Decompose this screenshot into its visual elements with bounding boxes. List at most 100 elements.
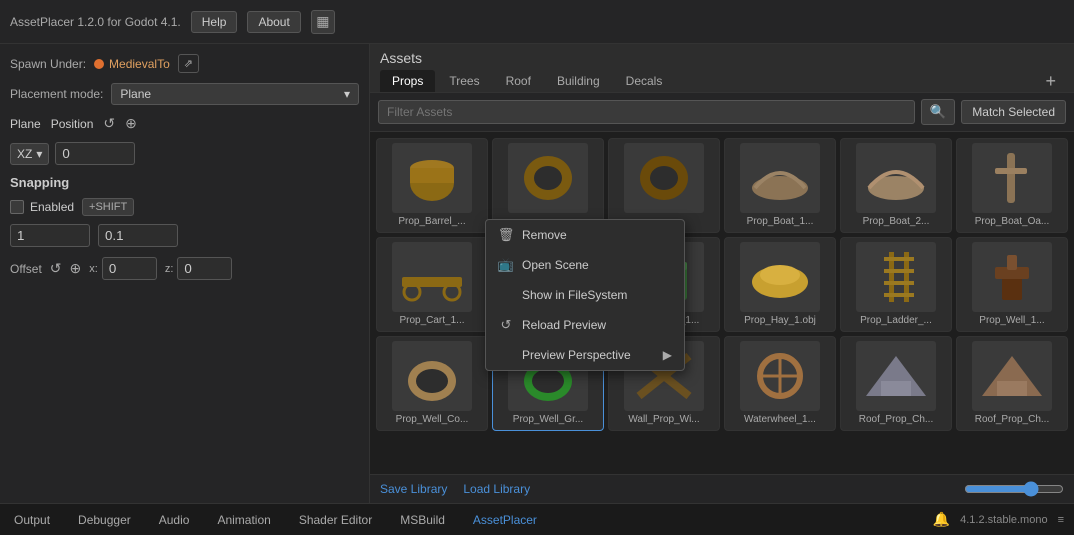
asset-name: Prop_Well_1... bbox=[979, 315, 1044, 327]
snapping-title: Snapping bbox=[10, 175, 359, 190]
snap-value2-input[interactable] bbox=[98, 224, 178, 247]
spawn-link-button[interactable]: ⇗ bbox=[178, 54, 199, 73]
tab-roof[interactable]: Roof bbox=[494, 70, 543, 92]
xz-row: XZ ▾ bbox=[10, 142, 359, 165]
filter-bar: 🔍 Match Selected bbox=[370, 93, 1074, 132]
asset-thumb bbox=[740, 242, 820, 312]
bell-icon: 🔔 bbox=[933, 511, 950, 528]
asset-name: Prop_Barrel_... bbox=[398, 216, 465, 228]
list-item[interactable]: Prop_Boat_2... bbox=[840, 138, 952, 233]
asset-thumb bbox=[972, 242, 1052, 312]
tab-building[interactable]: Building bbox=[545, 70, 612, 92]
plane-label: Plane bbox=[10, 117, 41, 131]
calendar-icon[interactable]: ▦ bbox=[311, 10, 335, 34]
list-item[interactable]: Roof_Prop_Ch... bbox=[956, 336, 1068, 431]
tab-bar: Props Trees Roof Building Decals + bbox=[380, 70, 1064, 92]
xz-value: XZ bbox=[17, 147, 32, 161]
assets-title: Assets bbox=[380, 50, 1064, 66]
asset-name: Prop_Ladder_... bbox=[860, 315, 932, 327]
chevron-down-icon: ▾ bbox=[344, 87, 350, 101]
footer-tab-msbuild[interactable]: MSBuild bbox=[396, 511, 449, 529]
x-input[interactable] bbox=[102, 257, 157, 280]
filesystem-icon bbox=[498, 287, 514, 303]
main-layout: Spawn Under: MedievalTo ⇗ Placement mode… bbox=[0, 44, 1074, 503]
list-item[interactable]: Prop_Cart_1... bbox=[376, 237, 488, 332]
context-remove[interactable]: 🗑 Remove bbox=[486, 220, 684, 250]
plane-position-row: Plane Position ↺ ⊕ bbox=[10, 115, 359, 132]
enabled-checkbox[interactable] bbox=[10, 200, 24, 214]
tab-decals[interactable]: Decals bbox=[614, 70, 675, 92]
xz-chevron-icon: ▾ bbox=[36, 147, 42, 161]
asset-thumb bbox=[972, 341, 1052, 411]
context-menu: 🗑 Remove 📺 Open Scene Show in FileSystem… bbox=[485, 219, 685, 371]
list-item[interactable]: Prop_Hay_1.obj bbox=[724, 237, 836, 332]
footer-tab-output[interactable]: Output bbox=[10, 511, 54, 529]
filter-assets-input[interactable] bbox=[378, 100, 915, 124]
asset-grid: Prop_Barrel_... Prop_Boat_1... bbox=[370, 132, 1074, 474]
position-label: Position bbox=[51, 117, 94, 131]
save-library-button[interactable]: Save Library bbox=[380, 482, 447, 496]
asset-name: Prop_Cart_1... bbox=[399, 315, 464, 327]
enabled-checkbox-label[interactable]: Enabled bbox=[10, 200, 74, 214]
placement-mode-dropdown[interactable]: Plane ▾ bbox=[111, 83, 359, 105]
load-library-button[interactable]: Load Library bbox=[463, 482, 530, 496]
offset-reset-icon[interactable]: ↺ bbox=[50, 260, 62, 277]
about-button[interactable]: About bbox=[247, 11, 300, 33]
asset-name: Prop_Boat_Oa... bbox=[975, 216, 1050, 228]
asset-name: Roof_Prop_Ch... bbox=[859, 414, 934, 426]
spawn-under-text: MedievalTo bbox=[109, 57, 170, 71]
asset-thumb bbox=[392, 242, 472, 312]
search-button[interactable]: 🔍 bbox=[921, 99, 956, 125]
asset-thumb bbox=[856, 143, 936, 213]
spawn-under-row: Spawn Under: MedievalTo ⇗ bbox=[10, 54, 359, 73]
footer-tab-debugger[interactable]: Debugger bbox=[74, 511, 135, 529]
asset-thumb bbox=[856, 341, 936, 411]
match-selected-button[interactable]: Match Selected bbox=[961, 100, 1066, 124]
footer-tab-shader-editor[interactable]: Shader Editor bbox=[295, 511, 376, 529]
snap-value1-input[interactable] bbox=[10, 224, 90, 247]
help-button[interactable]: Help bbox=[191, 11, 238, 33]
z-label: z: bbox=[165, 263, 174, 275]
position-input[interactable] bbox=[55, 142, 135, 165]
placement-mode-value: Plane bbox=[120, 87, 151, 101]
x-label: x: bbox=[89, 263, 98, 275]
zoom-slider[interactable] bbox=[964, 481, 1064, 497]
context-preview-perspective[interactable]: Preview Perspective ▶ bbox=[486, 340, 684, 370]
context-reload-preview[interactable]: ↺ Reload Preview bbox=[486, 310, 684, 340]
asset-thumb bbox=[856, 242, 936, 312]
tab-trees[interactable]: Trees bbox=[437, 70, 491, 92]
list-item[interactable]: Prop_Barrel_... bbox=[376, 138, 488, 233]
add-icon[interactable]: ⊕ bbox=[125, 115, 137, 132]
context-preview-perspective-label: Preview Perspective bbox=[522, 348, 631, 362]
add-tab-button[interactable]: + bbox=[1037, 71, 1064, 92]
list-item[interactable]: Prop_Boat_Oa... bbox=[956, 138, 1068, 233]
asset-name: Prop_Well_Gr... bbox=[513, 414, 583, 426]
placement-mode-label: Placement mode: bbox=[10, 87, 103, 101]
footer-tab-animation[interactable]: Animation bbox=[213, 511, 274, 529]
context-open-scene[interactable]: 📺 Open Scene bbox=[486, 250, 684, 280]
settings-icon[interactable]: ≡ bbox=[1058, 514, 1064, 526]
list-item[interactable]: Prop_Well_1... bbox=[956, 237, 1068, 332]
footer: Output Debugger Audio Animation Shader E… bbox=[0, 503, 1074, 535]
offset-add-icon[interactable]: ⊕ bbox=[70, 260, 82, 277]
enabled-label: Enabled bbox=[30, 200, 74, 214]
asset-name: Prop_Well_Co... bbox=[396, 414, 469, 426]
snapping-enabled-row: Enabled +SHIFT bbox=[10, 198, 359, 216]
list-item[interactable]: Prop_Boat_1... bbox=[724, 138, 836, 233]
top-bar: AssetPlacer 1.2.0 for Godot 4.1. Help Ab… bbox=[0, 0, 1074, 44]
footer-tab-assetplacer[interactable]: AssetPlacer bbox=[469, 511, 541, 529]
asset-thumb bbox=[392, 341, 472, 411]
list-item[interactable]: Roof_Prop_Ch... bbox=[840, 336, 952, 431]
reload-icon: ↺ bbox=[498, 317, 514, 333]
z-input[interactable] bbox=[177, 257, 232, 280]
list-item[interactable]: Prop_Well_Co... bbox=[376, 336, 488, 431]
xz-select[interactable]: XZ ▾ bbox=[10, 143, 49, 165]
list-item[interactable]: Prop_Ladder_... bbox=[840, 237, 952, 332]
reset-icon[interactable]: ↺ bbox=[103, 115, 115, 132]
context-show-filesystem[interactable]: Show in FileSystem bbox=[486, 280, 684, 310]
tab-props[interactable]: Props bbox=[380, 70, 435, 92]
footer-tab-audio[interactable]: Audio bbox=[155, 511, 194, 529]
list-item[interactable]: Waterwheel_1... bbox=[724, 336, 836, 431]
asset-thumb bbox=[740, 341, 820, 411]
offset-row: Offset ↺ ⊕ x: z: bbox=[10, 257, 359, 280]
